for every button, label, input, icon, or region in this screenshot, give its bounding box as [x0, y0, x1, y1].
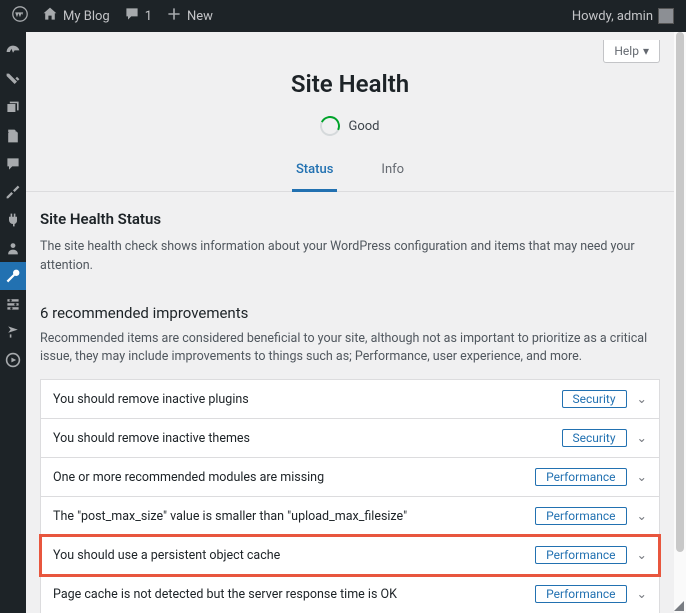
chevron-down-icon: ⌄ — [637, 508, 647, 524]
menu-settings[interactable] — [0, 290, 26, 318]
recommendations-heading: 6 recommended improvements — [40, 304, 660, 322]
status-description: The site health check shows information … — [40, 238, 660, 276]
admin-toolbar: My Blog 1 New Howdy, admin — [0, 0, 686, 32]
recommendation-title: You should remove inactive themes — [53, 431, 562, 446]
recommendations-description: Recommended items are considered benefic… — [40, 330, 660, 368]
progress-ring-icon — [318, 113, 344, 139]
avatar — [658, 8, 674, 24]
status-panel: Site Health Status The site health check… — [26, 192, 674, 286]
menu-item-generic-1[interactable] — [0, 318, 26, 346]
chevron-down-icon: ⌄ — [637, 469, 647, 485]
menu-users[interactable] — [0, 234, 26, 262]
scrollbar-thumb[interactable] — [676, 32, 684, 552]
my-account-link[interactable]: Howdy, admin — [568, 8, 678, 24]
recommendation-title: You should use a persistent object cache — [53, 548, 535, 563]
recommendation-title: One or more recommended modules are miss… — [53, 470, 535, 485]
status-heading: Site Health Status — [40, 210, 660, 228]
menu-dashboard[interactable] — [0, 38, 26, 66]
content-wrap: Help ▾ Site Health Good Status Info Site … — [26, 32, 674, 613]
recommendation-row[interactable]: The "post_max_size" value is smaller tha… — [41, 497, 659, 536]
chevron-down-icon: ⌄ — [637, 547, 647, 563]
new-label: New — [187, 9, 213, 24]
chevron-down-icon: ⌄ — [637, 586, 647, 602]
recommendation-row[interactable]: You should remove inactive themes Securi… — [41, 419, 659, 458]
admin-menu — [0, 32, 26, 613]
menu-media[interactable] — [0, 94, 26, 122]
wp-logo[interactable] — [8, 6, 32, 26]
site-name-text: My Blog — [63, 9, 110, 24]
recommendation-title: You should remove inactive plugins — [53, 392, 562, 407]
recommendations-list: You should remove inactive plugins Secur… — [40, 379, 660, 613]
recommendation-row[interactable]: One or more recommended modules are miss… — [41, 458, 659, 497]
category-badge: Performance — [535, 585, 626, 603]
menu-comments[interactable] — [0, 150, 26, 178]
recommendation-row[interactable]: You should remove inactive plugins Secur… — [41, 380, 659, 419]
health-indicator: Good — [26, 116, 674, 136]
howdy-text: Howdy, admin — [572, 9, 653, 24]
menu-pages[interactable] — [0, 122, 26, 150]
recommendation-title: The "post_max_size" value is smaller tha… — [53, 509, 535, 524]
menu-posts[interactable] — [0, 66, 26, 94]
category-badge: Security — [562, 429, 627, 447]
chevron-down-icon: ⌄ — [637, 430, 647, 446]
recommendation-title: Page cache is not detected but the serve… — [53, 587, 535, 602]
category-badge: Performance — [535, 507, 626, 525]
comments-link[interactable]: 1 — [120, 6, 156, 26]
tab-status[interactable]: Status — [292, 152, 337, 192]
category-badge: Performance — [535, 468, 626, 486]
comments-count: 1 — [145, 9, 152, 24]
help-label: Help — [614, 44, 639, 58]
menu-appearance[interactable] — [0, 178, 26, 206]
category-badge: Security — [562, 390, 627, 408]
tab-info[interactable]: Info — [377, 152, 408, 191]
menu-tools[interactable] — [0, 262, 26, 290]
recommendation-row[interactable]: Page cache is not detected but the serve… — [41, 575, 659, 613]
menu-plugins[interactable] — [0, 206, 26, 234]
caret-down-icon: ▾ — [643, 44, 649, 58]
resize-handle-icon[interactable] — [672, 599, 686, 613]
new-content-link[interactable]: New — [162, 6, 217, 26]
tabs: Status Info — [26, 152, 674, 192]
indicator-label: Good — [348, 119, 379, 134]
menu-item-generic-2[interactable] — [0, 346, 26, 374]
page-title: Site Health — [26, 32, 674, 98]
chevron-down-icon: ⌄ — [637, 391, 647, 407]
site-name-link[interactable]: My Blog — [38, 6, 114, 26]
recommendation-row-highlighted[interactable]: You should use a persistent object cache… — [41, 536, 659, 575]
vertical-scrollbar[interactable] — [674, 32, 686, 613]
help-tab[interactable]: Help ▾ — [603, 40, 660, 63]
category-badge: Performance — [535, 546, 626, 564]
